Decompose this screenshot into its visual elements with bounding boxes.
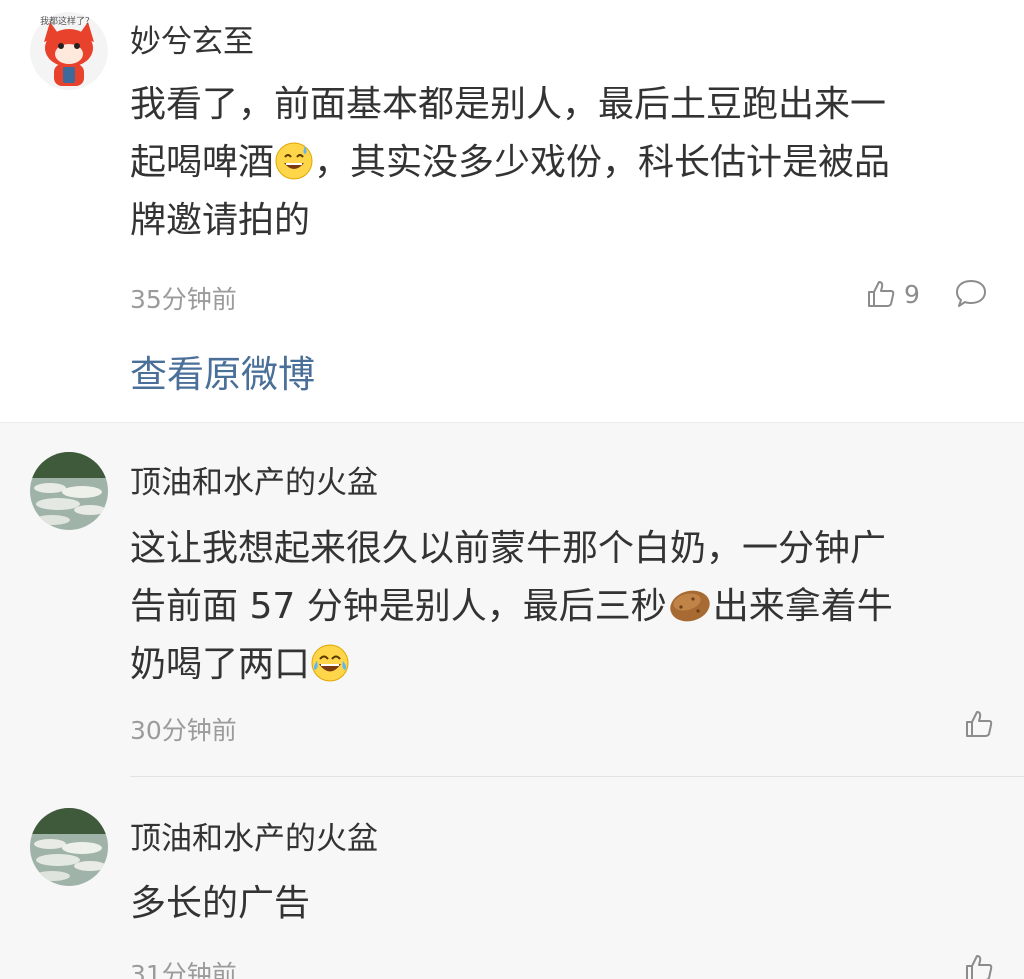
comment-line: 这让我想起来很久以前蒙牛那个白奶，一分钟广 (130, 528, 887, 569)
comment-text: 起喝啤酒 (130, 142, 275, 183)
comment-body: 我看了，前面基本都是别人，最后土豆跑出来一 起喝啤酒 ，其实没多少戏份，科长估计是… (130, 76, 890, 250)
comment-text: 告前面 57 分钟是别人，最后三秒 (130, 586, 667, 627)
comment-timestamp: 35分钟前 (130, 285, 237, 314)
comment-line: 多长的广告 (130, 883, 311, 924)
comment-timestamp: 30分钟前 (130, 716, 237, 745)
thumbs-up-icon (868, 281, 895, 307)
comment-timestamp: 31分钟前 (130, 960, 237, 979)
comment-line: 我看了，前面基本都是别人，最后土豆跑出来一 (130, 84, 887, 125)
comment-body: 这让我想起来很久以前蒙牛那个白奶，一分钟广 告前面 57 分钟是别人，最后三秒 出… (130, 520, 893, 694)
potato-emoji (667, 585, 713, 625)
avatar-badge-text: 我都这样了？ (40, 17, 95, 27)
sweat-smile-emoji (274, 141, 314, 181)
comment-bubble-icon (956, 280, 986, 307)
thumbs-up-icon (966, 711, 993, 737)
comment-divider (130, 776, 1024, 777)
comment-thread: 我都这样了？ 妙兮玄至 我看了，前面基本都是别人，最后土豆跑出来一 起喝啤酒 ，其… (0, 0, 1024, 979)
like-button[interactable] (964, 709, 994, 739)
tears-of-joy-emoji (310, 643, 350, 683)
comment-author[interactable]: 顶油和水产的火盆 (130, 457, 378, 502)
like-button[interactable] (964, 953, 994, 979)
like-count: 9 (904, 279, 920, 309)
comment-line: 牌邀请拍的 (130, 200, 311, 241)
user-avatar[interactable] (30, 808, 108, 886)
main-comment: 我都这样了？ 妙兮玄至 我看了，前面基本都是别人，最后土豆跑出来一 起喝啤酒 ，其… (0, 0, 1024, 423)
comment-line: 起喝啤酒 ，其实没多少戏份，科长估计是被品 (130, 134, 890, 192)
reply-button[interactable] (954, 278, 988, 314)
comment-text: 奶喝了两口 (130, 644, 311, 685)
comment-text: ，其实没多少戏份，科长估计是被品 (314, 142, 891, 183)
comment-author[interactable]: 顶油和水产的火盆 (130, 813, 378, 858)
comment-author[interactable]: 妙兮玄至 (130, 16, 254, 61)
view-original-weibo-link[interactable]: 查看原微博 (130, 344, 315, 398)
comment-line: 告前面 57 分钟是别人，最后三秒 出来拿着牛 (130, 578, 893, 636)
thumbs-up-icon (966, 955, 993, 979)
user-avatar[interactable] (30, 452, 108, 530)
comment-line: 奶喝了两口 (130, 636, 893, 694)
like-button[interactable]: 9 (866, 279, 920, 309)
comment-body: 多长的广告 (130, 875, 310, 933)
comment-text: 出来拿着牛 (712, 586, 893, 627)
